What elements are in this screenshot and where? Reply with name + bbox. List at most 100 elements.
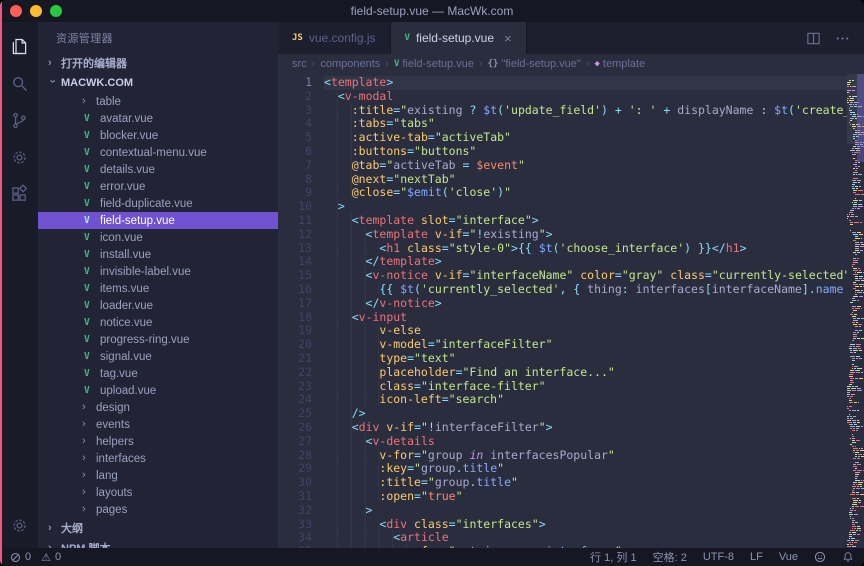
tree-file-progress-ring.vue[interactable]: Vprogress-ring.vue [38,331,278,348]
line-number[interactable]: 4 [278,117,312,131]
debug-icon[interactable] [0,139,38,176]
code-line[interactable]: <v-details [324,435,847,449]
code-line[interactable]: <h1 class="style-0">{{ $t('choose_interf… [324,242,847,256]
source-control-icon[interactable] [0,102,38,139]
npm-scripts-section[interactable]: › NPM 脚本 [38,538,278,548]
line-number[interactable]: 6 [278,145,312,159]
line-number[interactable]: 13 [278,242,312,256]
close-tab-icon[interactable]: × [504,32,512,45]
code-line[interactable]: @next="nextTab" [324,173,847,187]
close-window-button[interactable] [10,5,22,17]
code-line[interactable]: placeholder="Find an interface..." [324,366,847,380]
code-line[interactable]: @close="$emit('close')" [324,186,847,200]
code-line[interactable]: <div v-if="!interfaceFilter"> [324,421,847,435]
tree-file-field-setup.vue[interactable]: Vfield-setup.vue [38,212,278,229]
line-number[interactable]: 3 [278,104,312,118]
outline-section[interactable]: › 大纲 [38,518,278,538]
open-editors-section[interactable]: › 打开的编辑器 [38,53,278,73]
split-editor-icon[interactable] [806,31,821,46]
tree-file-upload.vue[interactable]: Vupload.vue [38,382,278,399]
more-actions-icon[interactable] [835,31,850,46]
indentation[interactable]: 空格: 2 [653,549,687,565]
code-line[interactable]: <template v-if="!existing"> [324,228,847,242]
tree-file-signal.vue[interactable]: Vsignal.vue [38,348,278,365]
workspace-section[interactable]: › MACWK.COM [38,73,278,93]
code-line[interactable]: v-model="interfaceFilter" [324,338,847,352]
breadcrumb-item[interactable]: {}"field-setup.vue" [488,58,581,70]
code-line[interactable]: :active-tab="activeTab" [324,131,847,145]
line-number[interactable]: 19 [278,324,312,338]
code-line[interactable]: :title="existing ? $t('update_field') + … [324,104,847,118]
tree-file-field-duplicate.vue[interactable]: Vfield-duplicate.vue [38,195,278,212]
line-number[interactable]: 16 [278,283,312,297]
code-line[interactable]: > [324,200,847,214]
line-number[interactable]: 28 [278,449,312,463]
code-line[interactable]: <div class="interfaces"> [324,518,847,532]
breadcrumb-item[interactable]: components [320,58,380,70]
line-number[interactable]: 24 [278,393,312,407]
line-number[interactable]: 8 [278,173,312,187]
code-line[interactable]: <v-input [324,311,847,325]
line-number[interactable]: 1 [278,76,312,90]
code-line[interactable]: </template> [324,255,847,269]
search-icon[interactable] [0,65,38,102]
tab-vue.config.js[interactable]: JSvue.config.js [278,22,391,54]
line-number[interactable]: 33 [278,518,312,532]
minimize-window-button[interactable] [30,5,42,17]
breadcrumb-item[interactable]: ◆template [594,58,645,70]
code-line[interactable]: class="interface-filter" [324,380,847,394]
tree-file-avatar.vue[interactable]: Vavatar.vue [38,110,278,127]
tree-file-notice.vue[interactable]: Vnotice.vue [38,314,278,331]
code-line[interactable]: /> [324,407,847,421]
tree-folder-pages[interactable]: ›pages [38,501,278,518]
tree-file-details.vue[interactable]: Vdetails.vue [38,161,278,178]
line-number[interactable]: 10 [278,200,312,214]
tree-folder-lang[interactable]: ›lang [38,467,278,484]
line-number[interactable]: 23 [278,380,312,394]
line-number[interactable]: 2 [278,90,312,104]
tree-file-loader.vue[interactable]: Vloader.vue [38,297,278,314]
tab-field-setup.vue[interactable]: Vfield-setup.vue× [391,22,527,54]
line-number[interactable]: 22 [278,366,312,380]
cursor-position[interactable]: 行 1, 列 1 [590,549,636,565]
line-number[interactable]: 17 [278,297,312,311]
code-line[interactable]: @tab="activeTab = $event" [324,159,847,173]
scrollbar-slider[interactable] [857,74,864,162]
code-line[interactable]: <template> [324,76,847,90]
code-line[interactable]: v-else [324,324,847,338]
line-number[interactable]: 7 [278,159,312,173]
tree-file-icon.vue[interactable]: Vicon.vue [38,229,278,246]
code-line[interactable]: v-for="group in interfacesPopular" [324,449,847,463]
tree-file-invisible-label.vue[interactable]: Vinvisible-label.vue [38,263,278,280]
eol-selector[interactable]: LF [750,551,763,563]
line-number[interactable]: 20 [278,338,312,352]
notifications-bell-icon[interactable] [842,551,854,563]
breadcrumb-item[interactable]: Vfield-setup.vue [394,58,474,70]
line-number[interactable]: 18 [278,311,312,325]
code-line[interactable]: <article [324,531,847,545]
line-number[interactable]: 30 [278,476,312,490]
code-line[interactable]: <v-modal [324,90,847,104]
tree-folder-table[interactable]: ›table [38,93,278,110]
zoom-window-button[interactable] [50,5,62,17]
code-line[interactable]: :buttons="buttons" [324,145,847,159]
code-area[interactable]: <template> <v-modal :title="existing ? $… [324,74,847,548]
tree-file-blocker.vue[interactable]: Vblocker.vue [38,127,278,144]
problems-indicator[interactable]: 0 ⚠ 0 [10,551,61,564]
line-number[interactable]: 14 [278,255,312,269]
explorer-icon[interactable] [0,28,38,65]
code-line[interactable]: icon-left="search" [324,393,847,407]
feedback-smiley-icon[interactable] [814,551,826,563]
settings-gear-icon[interactable] [0,507,38,544]
line-number[interactable]: 32 [278,504,312,518]
tree-file-tag.vue[interactable]: Vtag.vue [38,365,278,382]
line-number[interactable]: 5 [278,131,312,145]
tree-folder-events[interactable]: ›events [38,416,278,433]
line-number[interactable]: 12 [278,228,312,242]
code-line[interactable]: type="text" [324,352,847,366]
encoding[interactable]: UTF-8 [703,551,734,563]
code-line[interactable]: :tabs="tabs" [324,117,847,131]
tree-folder-design[interactable]: ›design [38,399,278,416]
code-line[interactable]: {{ $t('currently_selected', { thing: int… [324,283,847,297]
line-number[interactable]: 34 [278,531,312,545]
